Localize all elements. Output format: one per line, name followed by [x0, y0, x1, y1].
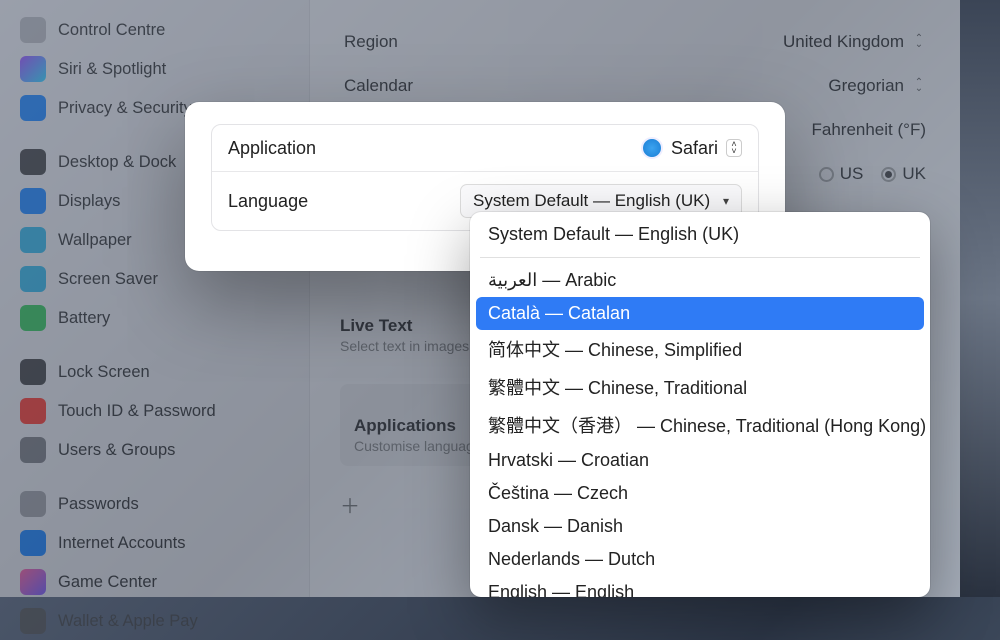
dropdown-item[interactable]: 繁體中文（香港） — Chinese, Traditional (Hong Ko…: [476, 406, 924, 444]
dropdown-item[interactable]: Català — Catalan: [476, 297, 924, 330]
dropdown-item[interactable]: العربية — Arabic: [476, 264, 924, 297]
language-value-text: System Default — English (UK): [473, 191, 710, 211]
dropdown-item[interactable]: Nederlands — Dutch: [476, 543, 924, 576]
dropdown-item[interactable]: Hrvatski — Croatian: [476, 444, 924, 477]
chevron-down-icon: ▾: [723, 194, 729, 208]
dialog-row-application: Application Safari ˄˅: [212, 125, 758, 171]
dropdown-item[interactable]: English — English: [476, 576, 924, 597]
dropdown-item-default[interactable]: System Default — English (UK): [476, 218, 924, 251]
wallet-icon: [20, 608, 46, 634]
dialog-label: Language: [228, 191, 308, 212]
language-dropdown[interactable]: System Default — English (UK) العربية — …: [470, 212, 930, 597]
updown-icon: ˄˅: [726, 139, 742, 157]
sidebar-item[interactable]: Wallet & Apple Pay: [6, 602, 303, 640]
dropdown-separator: [480, 257, 920, 258]
sidebar-item-label: Wallet & Apple Pay: [58, 612, 198, 631]
application-value-text: Safari: [671, 138, 718, 159]
application-selector[interactable]: Safari ˄˅: [641, 137, 742, 159]
dropdown-item[interactable]: Dansk — Danish: [476, 510, 924, 543]
safari-icon: [641, 137, 663, 159]
dropdown-item[interactable]: 繁體中文 — Chinese, Traditional: [476, 368, 924, 406]
dropdown-item[interactable]: Čeština — Czech: [476, 477, 924, 510]
dropdown-item[interactable]: 简体中文 — Chinese, Simplified: [476, 330, 924, 368]
dialog-label: Application: [228, 138, 316, 159]
